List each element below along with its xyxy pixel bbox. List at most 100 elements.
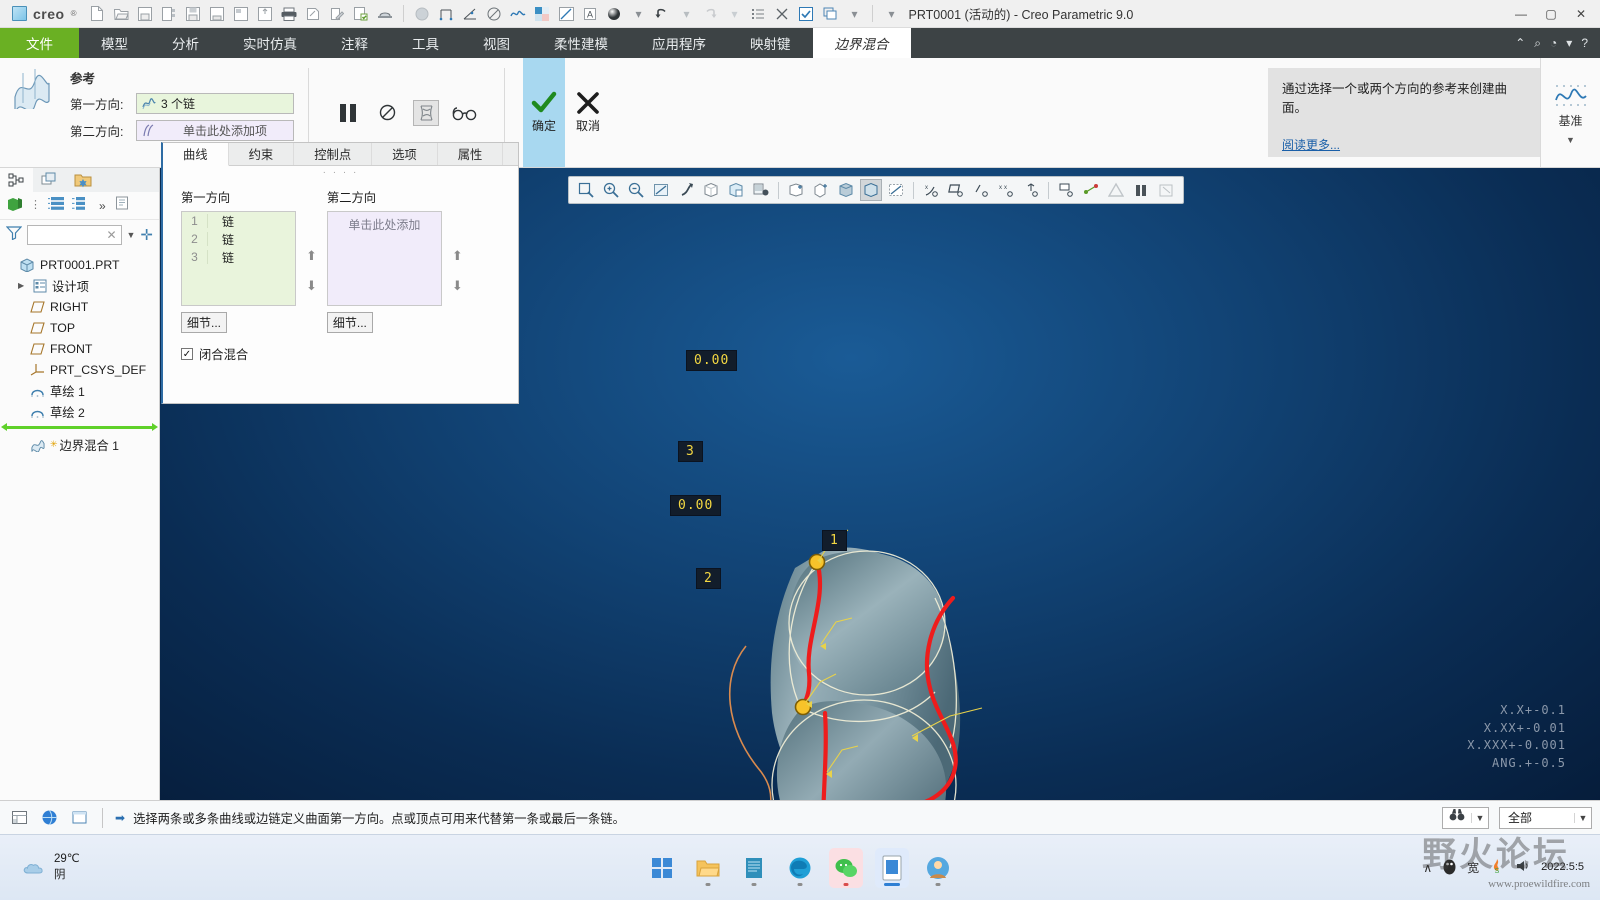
dashboard-tab-constraints[interactable]: 约束 bbox=[229, 143, 295, 165]
model-tree-toolbar[interactable]: ⋮ » bbox=[0, 192, 159, 220]
list-item[interactable]: 3 链 bbox=[182, 248, 295, 266]
boundary-blend-dashboard[interactable]: 曲线 约束 控制点 选项 属性 · · · · 第一方向 1 链 2 链 3 链… bbox=[161, 142, 519, 404]
tree-item-csys[interactable]: PRT_CSYS_DEF bbox=[0, 359, 159, 380]
add-filter-icon[interactable]: ✛ bbox=[140, 228, 153, 243]
undo-icon[interactable] bbox=[651, 3, 673, 25]
display-style-icon[interactable] bbox=[7, 196, 23, 216]
folder-browser-tab[interactable] bbox=[66, 168, 99, 192]
datum-axis-icon[interactable] bbox=[459, 3, 481, 25]
save-a-copy-icon[interactable] bbox=[254, 3, 276, 25]
window-icon[interactable] bbox=[819, 3, 841, 25]
cancel-button[interactable]: 取消 bbox=[567, 58, 609, 167]
layer-tree-tab[interactable] bbox=[33, 168, 66, 192]
insert-here-indicator[interactable] bbox=[0, 422, 159, 432]
chevron-down-icon[interactable]: ▼ bbox=[1566, 135, 1575, 145]
ribbon-tab-mapkeys[interactable]: 映射键 bbox=[728, 28, 813, 58]
status-bar-right[interactable]: ▼ 全部 ▼ bbox=[1442, 806, 1592, 829]
pause-icon[interactable] bbox=[335, 100, 361, 126]
filter-funnel-icon[interactable] bbox=[5, 225, 23, 245]
appearance-sphere-icon[interactable] bbox=[411, 3, 433, 25]
chevron-down-icon[interactable]: ▾ bbox=[1566, 36, 1572, 50]
preview-mesh-icon[interactable] bbox=[413, 99, 439, 126]
tree-filter-input[interactable]: ✕ bbox=[27, 225, 122, 245]
notepad-icon[interactable] bbox=[737, 848, 771, 888]
settings-dots-icon[interactable]: ⋮ bbox=[30, 200, 41, 211]
model-tree-panel[interactable]: ⋮ » ✕ ▼ ✛ PRT0001.PRT ▶ 设计项 RIGHT TOP FR… bbox=[0, 168, 160, 800]
tree-columns-icon[interactable] bbox=[48, 196, 65, 216]
dashboard-grip[interactable]: · · · · bbox=[163, 166, 518, 180]
color-swatch-icon[interactable] bbox=[531, 3, 553, 25]
first-direction-listbox[interactable]: 1 链 2 链 3 链 bbox=[181, 211, 296, 306]
second-direction-reorder-arrows[interactable]: ⬆ ⬇ bbox=[452, 188, 463, 333]
model-tree-tab[interactable] bbox=[0, 168, 33, 192]
list-icon[interactable] bbox=[747, 3, 769, 25]
sketch-curve-orange[interactable] bbox=[728, 645, 772, 800]
move-up-icon[interactable]: ⬆ bbox=[306, 248, 317, 264]
model-tree-filter-row[interactable]: ✕ ▼ ✛ bbox=[0, 220, 159, 250]
quick-access-toolbar[interactable]: A ▾ ▾ ▾ ▾ ▾ bbox=[86, 3, 902, 25]
clear-filter-icon[interactable]: ✕ bbox=[106, 228, 116, 242]
ribbon-tab-live-simulation[interactable]: 实时仿真 bbox=[221, 28, 319, 58]
filter-dropdown-caret-icon[interactable]: ▼ bbox=[127, 230, 136, 240]
more-chevrons-icon[interactable]: » bbox=[99, 199, 106, 213]
tree-item-sketch-2[interactable]: 草绘 2 bbox=[0, 401, 159, 422]
annotation-chain-label-2[interactable]: 2 bbox=[696, 568, 721, 589]
minimize-button[interactable]: — bbox=[1506, 1, 1536, 27]
wechat-icon[interactable] bbox=[829, 847, 863, 888]
second-direction-details-button[interactable]: 细节... bbox=[326, 312, 373, 333]
sketch-icon[interactable] bbox=[555, 3, 577, 25]
first-direction-details-button[interactable]: 细节... bbox=[181, 312, 227, 333]
annotation-chain-label-1[interactable]: 1 bbox=[822, 530, 847, 551]
chevron-down-icon[interactable]: ▼ bbox=[1574, 812, 1591, 823]
save-backup-icon[interactable] bbox=[230, 3, 252, 25]
tree-item-right[interactable]: RIGHT bbox=[0, 296, 159, 317]
text-icon[interactable]: A bbox=[579, 3, 601, 25]
boundary-blend-big-icon[interactable] bbox=[6, 58, 58, 114]
ribbon-right-controls[interactable]: ⌃ ⌕ ◔ ▾ ? bbox=[1515, 28, 1600, 58]
start-windows-icon[interactable] bbox=[645, 848, 679, 888]
ribbon-tab-boundary-blend[interactable]: 边界混合 bbox=[812, 28, 911, 58]
dashboard-tab-curves[interactable]: 曲线 bbox=[163, 143, 229, 166]
datum-group[interactable]: 基准 ▼ bbox=[1540, 58, 1600, 167]
annotation-vertex-value-top[interactable]: 0.00 bbox=[686, 350, 738, 371]
list-item[interactable]: 1 链 bbox=[182, 212, 295, 230]
ok-button[interactable]: 确定 bbox=[523, 58, 565, 167]
collapse-ribbon-icon[interactable]: ⌃ bbox=[1515, 36, 1525, 50]
closed-blend-row[interactable]: ✓ 闭合混合 bbox=[163, 333, 518, 363]
model-tree[interactable]: PRT0001.PRT ▶ 设计项 RIGHT TOP FRONT PRT_CS… bbox=[0, 250, 159, 455]
windows-taskbar[interactable]: 29℃ 阴 ∧ 宽 S 2022:5:5 野火论坛 www.proewildfi… bbox=[0, 834, 1600, 900]
curve-icon[interactable] bbox=[507, 3, 529, 25]
edit-icon[interactable] bbox=[326, 3, 348, 25]
checkbox-icon[interactable] bbox=[795, 3, 817, 25]
close-button[interactable]: ✕ bbox=[1566, 1, 1596, 27]
edge-browser-icon[interactable] bbox=[783, 848, 817, 888]
help-icon[interactable]: ? bbox=[1581, 36, 1588, 50]
close-window-icon[interactable] bbox=[771, 3, 793, 25]
search-control[interactable]: ▼ bbox=[1442, 806, 1489, 829]
annotation-vertex-value-mid[interactable]: 0.00 bbox=[670, 495, 722, 516]
tree-filters-icon[interactable] bbox=[72, 196, 86, 216]
move-down-icon[interactable]: ⬇ bbox=[306, 278, 317, 294]
tree-item-boundary-blend-1[interactable]: ✳ 边界混合 1 bbox=[0, 434, 159, 455]
tree-item-part[interactable]: PRT0001.PRT bbox=[0, 254, 159, 275]
dashboard-tab-control-points[interactable]: 控制点 bbox=[294, 143, 373, 165]
dashboard-tabs[interactable]: 曲线 约束 控制点 选项 属性 bbox=[163, 143, 518, 166]
annotation-chain-label-3[interactable]: 3 bbox=[678, 441, 703, 462]
search-icon[interactable]: ⌕ bbox=[1534, 36, 1541, 51]
dashboard-tab-properties[interactable]: 属性 bbox=[438, 143, 504, 165]
expand-caret-icon[interactable]: ▶ bbox=[18, 281, 27, 290]
save-icon[interactable] bbox=[182, 3, 204, 25]
ribbon-tab-bar[interactable]: 文件 模型 分析 实时仿真 注释 工具 视图 柔性建模 应用程序 映射键 边界混… bbox=[0, 28, 1600, 58]
open-instance-icon[interactable] bbox=[158, 3, 180, 25]
tree-notes-icon[interactable] bbox=[115, 196, 130, 216]
move-down-icon[interactable]: ⬇ bbox=[452, 278, 463, 294]
chevron-down-icon[interactable]: ▾ bbox=[675, 3, 697, 25]
ribbon-tab-analysis[interactable]: 分析 bbox=[150, 28, 221, 58]
glasses-preview-icon[interactable] bbox=[452, 100, 478, 126]
no-preview-icon[interactable] bbox=[374, 100, 400, 126]
open-icon[interactable] bbox=[110, 3, 132, 25]
ribbon-tab-annotate[interactable]: 注释 bbox=[319, 28, 390, 58]
save-as-icon[interactable] bbox=[134, 3, 156, 25]
regenerate-icon[interactable] bbox=[350, 3, 372, 25]
chevron-down-icon[interactable]: ▾ bbox=[723, 3, 745, 25]
